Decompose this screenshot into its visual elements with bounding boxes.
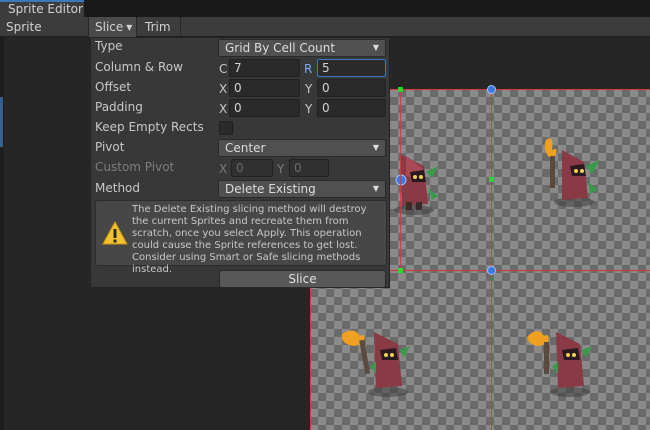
resize-handle[interactable] bbox=[398, 87, 403, 92]
pivot-label: Pivot bbox=[95, 140, 125, 154]
warning-icon bbox=[102, 221, 128, 245]
type-dropdown[interactable]: Grid By Cell Count ▼ bbox=[218, 39, 386, 57]
offset-x-field[interactable]: 0 bbox=[229, 79, 300, 97]
selection-indicator bbox=[0, 97, 3, 147]
custom-pivot-y-axis-label: Y bbox=[277, 162, 285, 176]
pivot-dropdown[interactable]: Center ▼ bbox=[218, 139, 386, 157]
padding-x-axis-label: X bbox=[219, 102, 228, 116]
custom-pivot-x-axis-label: X bbox=[219, 162, 228, 176]
pivot-handle[interactable] bbox=[487, 266, 496, 275]
padding-y-axis-label: Y bbox=[305, 102, 313, 116]
selected-sprite-rect-edge bbox=[400, 89, 401, 271]
custom-pivot-label: Custom Pivot bbox=[95, 160, 175, 174]
goblin-torch-sprite bbox=[544, 138, 600, 207]
slice-grid-line bbox=[491, 89, 492, 430]
row-axis-label: R bbox=[304, 62, 313, 76]
method-help-text: The Delete Existing slicing method will … bbox=[132, 204, 367, 275]
offset-y-field[interactable]: 0 bbox=[317, 79, 386, 97]
chevron-down-icon: ▼ bbox=[372, 43, 379, 52]
column-axis-label: C bbox=[219, 62, 228, 76]
slice-menu[interactable]: Slice ▼ bbox=[89, 17, 137, 37]
padding-label: Padding bbox=[95, 100, 143, 114]
keep-empty-rects-checkbox[interactable] bbox=[219, 121, 233, 135]
type-dropdown-value: Grid By Cell Count bbox=[225, 41, 336, 55]
column-count-field[interactable]: 7 bbox=[229, 59, 300, 77]
padding-y-field[interactable]: 0 bbox=[317, 99, 386, 117]
goblin-sprite bbox=[394, 154, 438, 215]
sprite-editor-menu[interactable]: Sprite Editor▼ bbox=[0, 17, 89, 54]
offset-x-axis-label: X bbox=[219, 82, 228, 96]
slice-button[interactable]: Slice bbox=[219, 270, 386, 288]
pivot-handle[interactable] bbox=[487, 85, 496, 94]
column-row-label: Column & Row bbox=[95, 60, 183, 74]
canvas-left-edge bbox=[0, 37, 4, 430]
offset-y-axis-label: Y bbox=[305, 82, 313, 96]
keep-empty-rects-label: Keep Empty Rects bbox=[95, 120, 204, 134]
pivot-dropdown-value: Center bbox=[225, 141, 266, 155]
trim-button[interactable]: Trim bbox=[137, 17, 181, 37]
method-label: Method bbox=[95, 181, 141, 195]
type-label: Type bbox=[95, 39, 123, 53]
slice-menu-label: Slice bbox=[95, 20, 124, 34]
method-dropdown-value: Delete Existing bbox=[225, 182, 316, 196]
slice-popup: Type Grid By Cell Count ▼ Column & Row C… bbox=[90, 37, 390, 288]
chevron-down-icon: ▼ bbox=[372, 143, 379, 152]
goblin-torch-sprite bbox=[341, 330, 410, 397]
chevron-down-icon: ▼ bbox=[126, 23, 133, 32]
tab-strip bbox=[84, 0, 650, 17]
padding-x-field[interactable]: 0 bbox=[229, 99, 300, 117]
method-help-box: The Delete Existing slicing method will … bbox=[95, 200, 387, 275]
row-count-field[interactable]: 5 bbox=[317, 59, 386, 77]
chevron-down-icon: ▼ bbox=[372, 184, 379, 193]
custom-pivot-y-field[interactable]: 0 bbox=[289, 159, 329, 177]
resize-handle[interactable] bbox=[398, 268, 403, 273]
toolbar: Sprite Editor▼ Slice▼ Trim bbox=[0, 17, 650, 54]
goblin-torch-sprite bbox=[527, 331, 592, 397]
custom-pivot-x-field[interactable]: 0 bbox=[231, 159, 273, 177]
offset-label: Offset bbox=[95, 80, 132, 94]
method-dropdown[interactable]: Delete Existing ▼ bbox=[218, 180, 386, 198]
resize-handle[interactable] bbox=[489, 177, 494, 182]
window-tab-sprite-editor[interactable]: Sprite Editor bbox=[0, 0, 84, 17]
